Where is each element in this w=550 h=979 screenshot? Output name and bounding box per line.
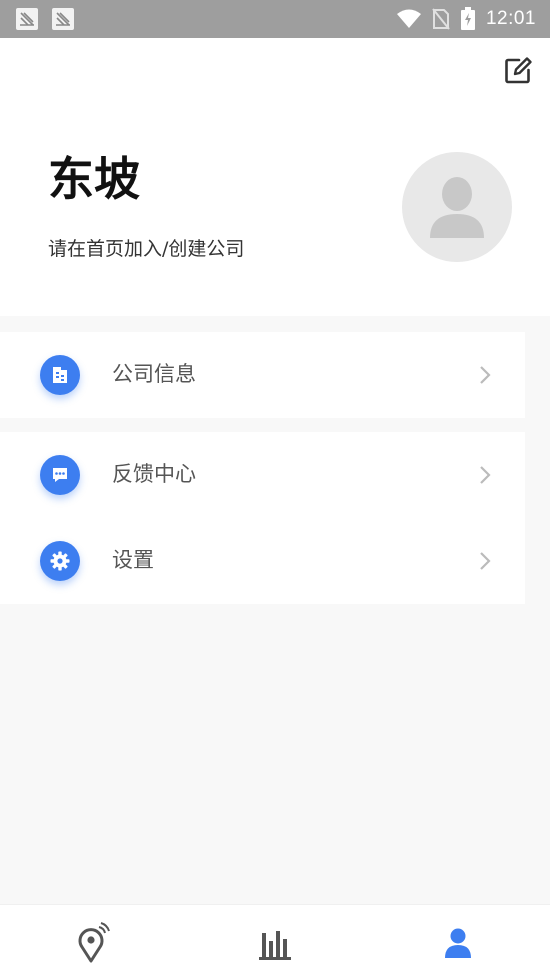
join-company-hint[interactable]: 请在首页加入/创建公司 [48, 240, 244, 259]
notification-app-icon [52, 8, 74, 30]
nav-tab-statistics[interactable] [245, 921, 305, 965]
notification-app-icon [16, 8, 38, 30]
profile-page: 12:01 东坡 请在首页加入/创建公司 公司信息 反馈中心 设置 [0, 0, 550, 979]
edit-profile-button[interactable] [503, 56, 533, 86]
avatar[interactable] [402, 152, 512, 262]
status-notifications [16, 8, 74, 30]
feedback-icon [40, 455, 80, 495]
company-info-icon [40, 355, 80, 395]
status-system: 12:01 [396, 7, 536, 31]
status-bar: 12:01 [0, 0, 550, 38]
profile-header: 东坡 请在首页加入/创建公司 [0, 38, 550, 316]
menu-card-misc: 反馈中心 设置 [0, 432, 525, 604]
menu-card-company: 公司信息 [0, 332, 525, 418]
battery-charging-icon [460, 7, 475, 30]
settings-gear-icon [40, 541, 80, 581]
nav-tab-profile[interactable] [428, 921, 488, 965]
bottom-nav [0, 904, 550, 979]
status-time: 12:01 [485, 8, 536, 29]
menu-item-feedback[interactable]: 反馈中心 [0, 432, 525, 518]
user-name: 东坡 [48, 152, 140, 206]
chevron-right-icon [480, 552, 491, 570]
edit-icon [505, 57, 532, 84]
menu-label: 设置 [112, 548, 154, 572]
stats-icon [259, 931, 291, 960]
default-user-avatar [430, 177, 484, 238]
chevron-right-icon [480, 466, 491, 484]
menu-item-settings[interactable]: 设置 [0, 518, 525, 604]
location-icon [78, 922, 110, 963]
no-sim-icon [432, 8, 450, 30]
wifi-icon [396, 9, 421, 28]
nav-tab-location[interactable] [61, 921, 121, 965]
menu-label: 反馈中心 [112, 462, 196, 486]
menu-item-company-info[interactable]: 公司信息 [0, 332, 525, 418]
menu-label: 公司信息 [112, 362, 196, 386]
chevron-right-icon [480, 366, 491, 384]
user-icon [445, 928, 471, 958]
